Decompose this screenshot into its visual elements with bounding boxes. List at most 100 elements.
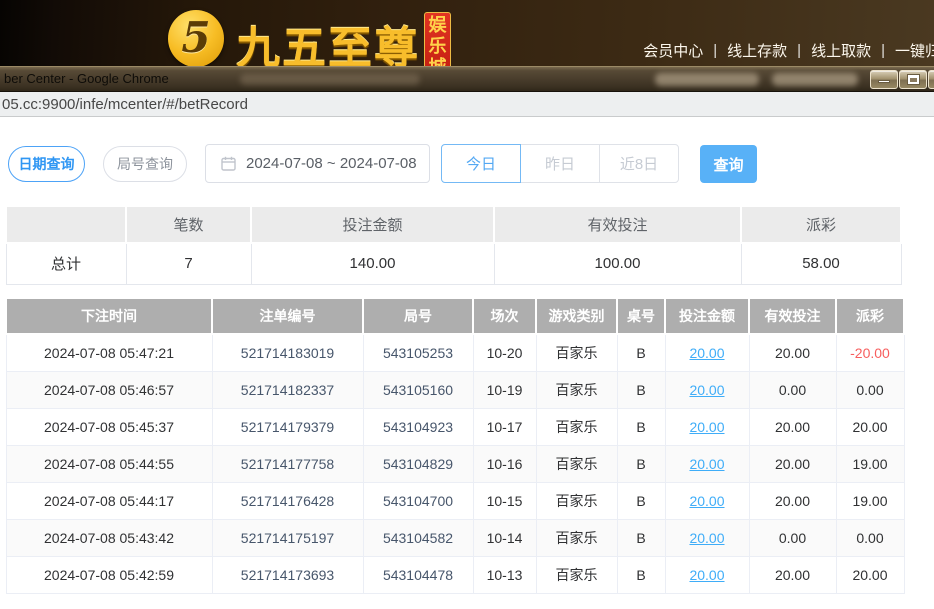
bet-amount-link[interactable]: 20.00: [689, 419, 724, 435]
nav-link[interactable]: 一键归: [895, 40, 934, 61]
bet-amount-link[interactable]: 20.00: [689, 456, 724, 472]
search-button[interactable]: 查询: [700, 145, 757, 183]
cell: B: [617, 519, 665, 556]
cell-bet-amount: 20.00: [665, 519, 749, 556]
bet-amount-link[interactable]: 20.00: [689, 530, 724, 546]
table-row: 2024-07-08 05:47:21521714183019543105253…: [6, 334, 904, 371]
bet-amount-link[interactable]: 20.00: [689, 493, 724, 509]
cell: 20.00: [836, 556, 904, 593]
cell: B: [617, 482, 665, 519]
cell: 10-19: [473, 371, 536, 408]
summary-table: 笔数投注金额有效投注派彩 总计7140.00100.0058.00: [5, 205, 902, 285]
cell-bet-amount: 20.00: [665, 445, 749, 482]
cell-bet-amount: 20.00: [665, 408, 749, 445]
blurred-account-info: [772, 73, 858, 86]
cell: 百家乐: [536, 482, 617, 519]
cell: 543104829: [363, 445, 473, 482]
cell: 20.00: [749, 408, 836, 445]
bet-column-header: 投注金额: [665, 298, 749, 334]
cell: 10-17: [473, 408, 536, 445]
cell: 百家乐: [536, 556, 617, 593]
cell: 0.00: [749, 371, 836, 408]
cell: 百家乐: [536, 334, 617, 371]
nav-link[interactable]: 会员中心: [643, 40, 703, 61]
cell: B: [617, 445, 665, 482]
cell: 19.00: [836, 445, 904, 482]
bet-column-header: 有效投注: [749, 298, 836, 334]
cell: 10-14: [473, 519, 536, 556]
cell: 0.00: [836, 371, 904, 408]
table-row: 2024-07-08 05:46:57521714182337543105160…: [6, 371, 904, 408]
cell: 2024-07-08 05:47:21: [6, 334, 212, 371]
cell: 521714176428: [212, 482, 363, 519]
cell: 2024-07-08 05:42:59: [6, 556, 212, 593]
cell-bet-amount: 20.00: [665, 334, 749, 371]
summary-column-header: [6, 206, 126, 243]
summary-header-row: 笔数投注金额有效投注派彩: [6, 206, 901, 243]
cell: 543104923: [363, 408, 473, 445]
cell: 2024-07-08 05:45:37: [6, 408, 212, 445]
window-controls: [870, 70, 934, 89]
summary-cell: 100.00: [494, 243, 741, 284]
logo-5-icon: 5: [168, 10, 224, 67]
round-query-tab[interactable]: 局号查询: [103, 146, 187, 182]
cell: 10-20: [473, 334, 536, 371]
table-row: 2024-07-08 05:44:17521714176428543104700…: [6, 482, 904, 519]
cell: 10-16: [473, 445, 536, 482]
maximize-button[interactable]: [899, 70, 927, 89]
address-bar[interactable]: 05.cc:9900/infe/mcenter/#/betRecord: [0, 92, 934, 117]
yesterday-button[interactable]: 昨日: [520, 144, 600, 183]
bet-table-body: 2024-07-08 05:47:21521714183019543105253…: [6, 334, 904, 593]
blurred-decoration: [240, 74, 420, 85]
cell: 百家乐: [536, 519, 617, 556]
bet-column-header: 场次: [473, 298, 536, 334]
cell: 20.00: [749, 445, 836, 482]
summary-column-header: 派彩: [741, 206, 901, 243]
minimize-button[interactable]: [870, 70, 898, 89]
page-url: 05.cc:9900/infe/mcenter/#/betRecord: [0, 96, 248, 113]
calendar-icon: [221, 156, 236, 171]
cell: 19.00: [836, 482, 904, 519]
cell: 521714183019: [212, 334, 363, 371]
cell: 百家乐: [536, 408, 617, 445]
date-query-tab[interactable]: 日期查询: [8, 146, 85, 182]
nav-link[interactable]: 线上存款: [727, 40, 787, 61]
cell: 543105160: [363, 371, 473, 408]
blurred-account-info: [655, 73, 759, 86]
summary-total-row: 总计7140.00100.0058.00: [6, 243, 901, 284]
today-button[interactable]: 今日: [441, 144, 521, 183]
nav-separator: |: [797, 42, 801, 59]
bet-amount-link[interactable]: 20.00: [689, 567, 724, 583]
cell: B: [617, 556, 665, 593]
cell-bet-amount: 20.00: [665, 371, 749, 408]
bet-record-table: 下注时间注单编号局号场次游戏类别桌号投注金额有效投注派彩 2024-07-08 …: [5, 297, 905, 594]
cell: 2024-07-08 05:44:55: [6, 445, 212, 482]
window-title: ber Center - Google Chrome: [4, 67, 169, 91]
last-8-days-button[interactable]: 近8日: [599, 144, 679, 183]
cell: 20.00: [749, 334, 836, 371]
bet-table-header-row: 下注时间注单编号局号场次游戏类别桌号投注金额有效投注派彩: [6, 298, 904, 334]
quick-range-group: 今日 昨日 近8日: [441, 144, 679, 183]
table-row: 2024-07-08 05:43:42521714175197543104582…: [6, 519, 904, 556]
window-titlebar[interactable]: ber Center - Google Chrome: [0, 66, 934, 92]
cell: 20.00: [749, 482, 836, 519]
bet-amount-link[interactable]: 20.00: [689, 345, 724, 361]
date-range-picker[interactable]: 2024-07-08 ~ 2024-07-08: [205, 144, 430, 183]
summary-column-header: 有效投注: [494, 206, 741, 243]
cell: 0.00: [836, 519, 904, 556]
date-range-value: 2024-07-08 ~ 2024-07-08: [246, 155, 417, 172]
cell: 0.00: [749, 519, 836, 556]
cell: 20.00: [836, 408, 904, 445]
table-row: 2024-07-08 05:45:37521714179379543104923…: [6, 408, 904, 445]
cell: 543105253: [363, 334, 473, 371]
bet-amount-link[interactable]: 20.00: [689, 382, 724, 398]
cell-bet-amount: 20.00: [665, 482, 749, 519]
cell: 521714177758: [212, 445, 363, 482]
summary-column-header: 投注金额: [251, 206, 494, 243]
bet-record-page: 日期查询 局号查询 2024-07-08 ~ 2024-07-08 今日 昨日 …: [0, 117, 934, 609]
table-row: 2024-07-08 05:44:55521714177758543104829…: [6, 445, 904, 482]
close-button[interactable]: [928, 70, 934, 89]
minimize-icon: [878, 80, 890, 83]
nav-link[interactable]: 线上取款: [811, 40, 871, 61]
cell: 2024-07-08 05:43:42: [6, 519, 212, 556]
